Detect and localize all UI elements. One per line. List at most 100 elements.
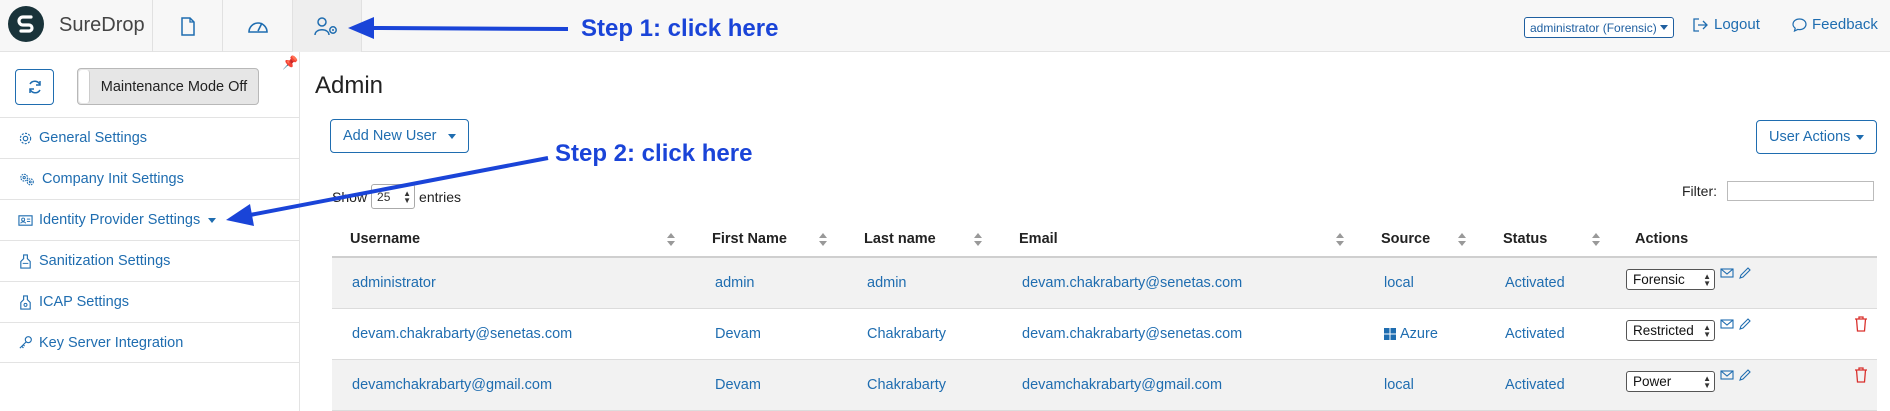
cell-source: local xyxy=(1384,275,1414,291)
mail-icon[interactable] xyxy=(1720,368,1734,382)
key-icon xyxy=(19,336,32,349)
user-actions-button[interactable]: User Actions xyxy=(1756,120,1878,154)
toggle-knob xyxy=(79,70,90,103)
cell-username[interactable]: devam.chakrabarty@senetas.com xyxy=(352,326,572,342)
admin-users-icon xyxy=(314,17,337,36)
sidebar-item-company-init-settings[interactable]: Company Init Settings xyxy=(0,158,299,199)
role-select[interactable]: Power ▲ ▼ xyxy=(1626,371,1715,392)
sort-icon[interactable] xyxy=(1336,233,1344,247)
sort-icon[interactable] xyxy=(974,233,982,247)
chevron-down-icon xyxy=(208,217,217,223)
sidebar-item-identity-provider-settings[interactable]: Identity Provider Settings xyxy=(0,199,299,240)
column-first-name[interactable]: First Name xyxy=(712,231,787,247)
icap-icon xyxy=(20,294,31,310)
page-title: Admin xyxy=(315,72,384,99)
add-new-user-button[interactable]: Add New User xyxy=(330,119,470,153)
maintenance-mode-label: Maintenance Mode Off xyxy=(100,78,248,95)
sidebar-item-icap-settings[interactable]: ICAP Settings xyxy=(0,281,299,322)
logout-label: Logout xyxy=(1714,16,1760,33)
feedback-label: Feedback xyxy=(1812,16,1878,33)
sort-icon[interactable] xyxy=(819,233,827,247)
mail-icon[interactable] xyxy=(1720,266,1734,280)
role-select[interactable]: Forensic ▲ ▼ xyxy=(1626,269,1715,290)
user-role-select[interactable]: administrator (Forensic) xyxy=(1524,17,1675,38)
cell-source-label: Azure xyxy=(1400,326,1438,342)
logout-link[interactable]: Logout xyxy=(1693,16,1760,33)
column-username[interactable]: Username xyxy=(350,231,420,247)
sidebar-item-sanitization-settings[interactable]: Sanitization Settings xyxy=(0,240,299,281)
page-length-control: Show 25 ▲ ▼ entries xyxy=(332,184,461,209)
cell-email: devamchakrabarty@gmail.com xyxy=(1022,377,1223,393)
column-last-name[interactable]: Last name xyxy=(864,231,936,247)
sort-icon[interactable] xyxy=(1592,233,1600,247)
dashboard-icon xyxy=(247,22,268,33)
entries-select-value: 25 xyxy=(377,189,391,204)
pencil-icon[interactable] xyxy=(1738,266,1752,280)
updown-icon: ▲ ▼ xyxy=(1703,374,1711,390)
sidebar-item-label: Sanitization Settings xyxy=(39,253,171,269)
entries-select[interactable]: 25 ▲ ▼ xyxy=(371,184,416,209)
table-row: devam.chakrabarty@senetas.com Devam Chak… xyxy=(332,309,1877,360)
cell-username[interactable]: devamchakrabarty@gmail.com xyxy=(352,377,552,393)
pin-icon[interactable]: 📌 xyxy=(282,55,298,71)
sidebar-item-label: Company Init Settings xyxy=(42,171,184,187)
role-select[interactable]: Restricted ▲ ▼ xyxy=(1626,320,1715,341)
sidebar-item-label: Identity Provider Settings xyxy=(39,212,201,228)
updown-icon: ▲ ▼ xyxy=(1703,272,1711,288)
updown-icon: ▲ ▼ xyxy=(1703,323,1711,339)
pencil-icon[interactable] xyxy=(1738,368,1752,382)
column-email[interactable]: Email xyxy=(1019,231,1058,247)
sidebar-item-label: Key Server Integration xyxy=(39,334,184,351)
role-select-value: Restricted xyxy=(1633,323,1694,338)
cell-last-name: Chakrabarty xyxy=(867,326,946,342)
table-row: devamchakrabarty@gmail.com Devam Chakrab… xyxy=(332,360,1877,411)
gears-icon xyxy=(20,173,34,185)
nav-tab-admin[interactable] xyxy=(292,0,362,52)
sidebar-item-label: General Settings xyxy=(39,130,148,146)
add-new-user-label: Add New User xyxy=(343,128,437,144)
cell-email: devam.chakrabarty@senetas.com xyxy=(1022,326,1243,342)
windows-icon xyxy=(1384,328,1396,340)
suredrop-logo[interactable] xyxy=(8,6,44,42)
brand-name: SureDrop xyxy=(59,14,145,36)
refresh-button[interactable] xyxy=(15,69,54,105)
cell-status: Activated xyxy=(1505,275,1565,291)
cell-first-name: Devam xyxy=(715,326,761,342)
trash-icon[interactable] xyxy=(1854,367,1868,383)
cell-status: Activated xyxy=(1505,326,1565,342)
column-status[interactable]: Status xyxy=(1503,231,1547,247)
maintenance-mode-toggle[interactable]: Maintenance Mode Off xyxy=(77,68,259,105)
nav-tab-dashboard[interactable] xyxy=(222,0,292,52)
sidebar-item-general-settings[interactable]: General Settings xyxy=(0,117,299,158)
sort-icon[interactable] xyxy=(1458,233,1466,247)
trash-icon[interactable] xyxy=(1854,316,1868,332)
sidebar: 📌 Maintenance Mode Off General Settings … xyxy=(0,52,300,411)
cell-last-name: Chakrabarty xyxy=(867,377,946,393)
cell-last-name: admin xyxy=(867,275,907,291)
logout-icon xyxy=(1693,17,1708,32)
sort-icon[interactable] xyxy=(667,233,675,247)
table-row: administrator admin admin devam.chakraba… xyxy=(332,258,1877,309)
column-actions: Actions xyxy=(1635,231,1689,247)
cell-email: devam.chakrabarty@senetas.com xyxy=(1022,275,1243,291)
show-label: Show xyxy=(332,188,368,205)
id-card-icon xyxy=(18,214,33,226)
user-actions-label: User Actions xyxy=(1769,129,1851,145)
user-role-select-value: administrator (Forensic) xyxy=(1530,20,1657,35)
top-navbar: SureDrop administrator (Forensic) Logout xyxy=(0,0,1890,52)
nav-tab-documents[interactable] xyxy=(152,0,222,52)
cell-username[interactable]: administrator xyxy=(352,275,436,291)
cell-first-name: admin xyxy=(715,275,755,291)
filter-input[interactable] xyxy=(1727,181,1874,201)
users-table: Username First Name Last name Email Sour… xyxy=(332,222,1877,411)
sidebar-item-key-server-integration[interactable]: Key Server Integration xyxy=(0,322,299,363)
feedback-link[interactable]: Feedback xyxy=(1792,16,1878,33)
chevron-down-icon xyxy=(1660,25,1669,30)
cell-first-name: Devam xyxy=(715,377,761,393)
column-source[interactable]: Source xyxy=(1381,231,1430,247)
mail-icon[interactable] xyxy=(1720,317,1734,331)
pencil-icon[interactable] xyxy=(1738,317,1752,331)
sanitize-icon xyxy=(20,253,31,269)
cell-source: Azure xyxy=(1384,326,1438,342)
logo-s-icon xyxy=(17,15,34,33)
